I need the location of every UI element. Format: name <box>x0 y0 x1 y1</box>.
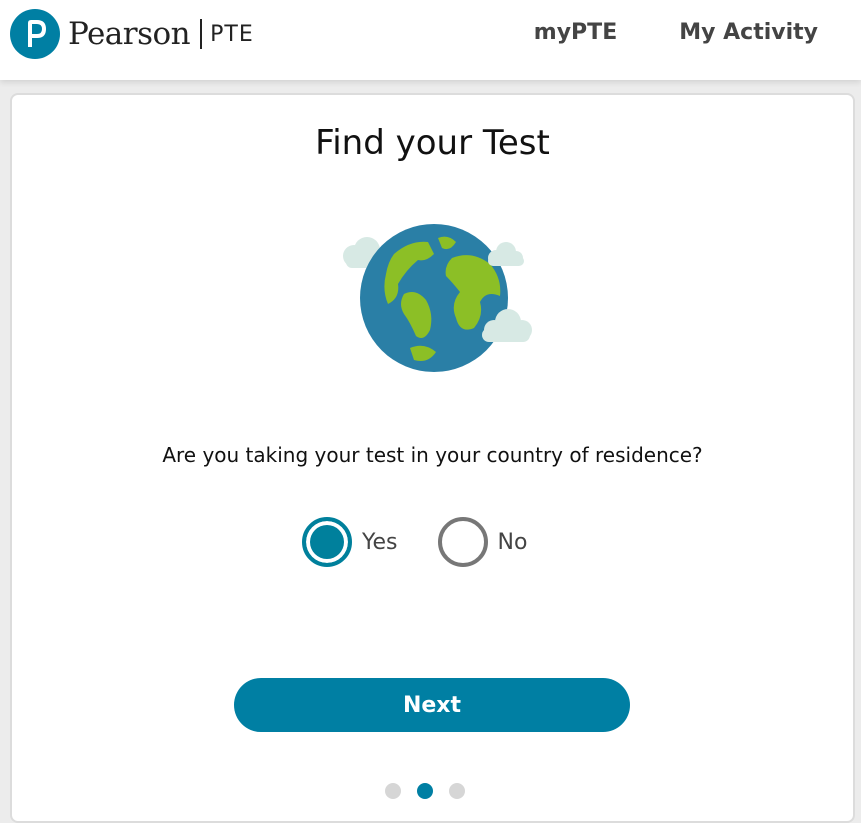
pearson-logo-icon <box>10 9 60 59</box>
step-indicator <box>385 783 475 799</box>
residence-radio-group: Yes No <box>302 515 562 569</box>
step-dot-2 <box>417 783 433 799</box>
brand-name: Pearson <box>68 16 191 52</box>
next-button[interactable]: Next <box>234 678 630 732</box>
radio-yes[interactable]: Yes <box>302 517 398 567</box>
residence-question: Are you taking your test in your country… <box>162 443 703 467</box>
nav-my-activity[interactable]: My Activity <box>679 20 818 45</box>
top-nav: myPTE My Activity <box>534 20 818 45</box>
find-test-card: Find your Test Are you taking your test … <box>10 93 855 823</box>
step-dot-3 <box>449 783 465 799</box>
pearson-logo[interactable]: Pearson PTE <box>10 7 254 61</box>
brand-product: PTE <box>210 21 254 47</box>
brand-divider <box>200 19 203 49</box>
step-dot-1 <box>385 783 401 799</box>
page-title: Find your Test <box>315 123 550 163</box>
radio-no[interactable]: No <box>437 517 528 567</box>
globe-icon <box>343 224 532 372</box>
radio-no-label: No <box>497 529 528 555</box>
radio-selected-icon[interactable] <box>302 517 352 567</box>
top-header: Pearson PTE myPTE My Activity <box>0 0 861 80</box>
radio-yes-label: Yes <box>362 529 398 555</box>
nav-mypte[interactable]: myPTE <box>534 20 617 45</box>
radio-unselected-icon[interactable] <box>437 517 488 567</box>
